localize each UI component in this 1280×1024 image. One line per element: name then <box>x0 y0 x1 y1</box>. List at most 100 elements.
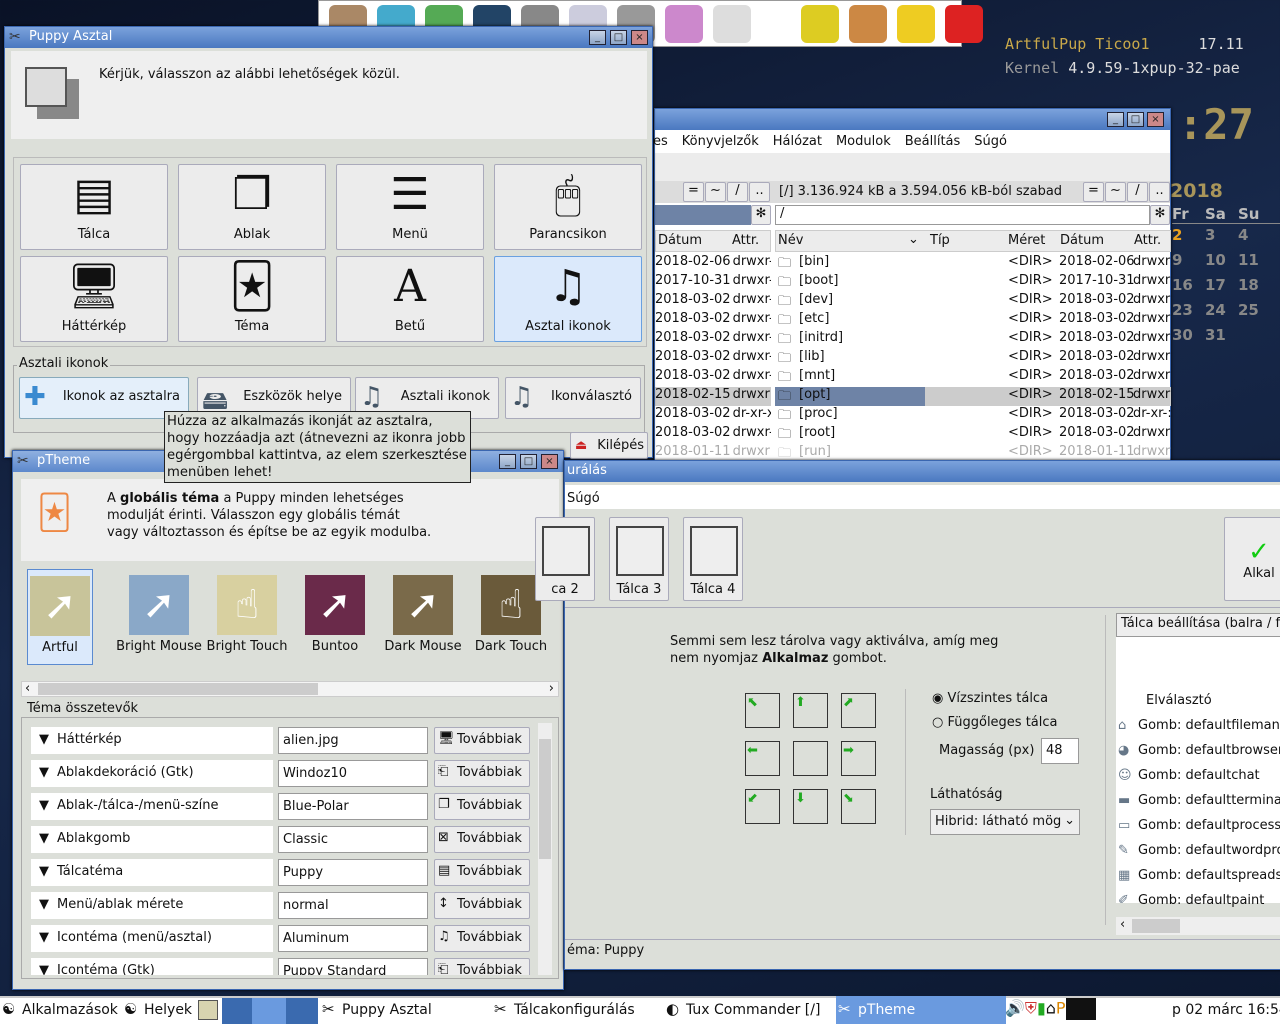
tile-tálca[interactable]: ▤ Tálca <box>20 164 168 250</box>
file-row[interactable]: 2017-10-31 drwxr- <box>655 273 771 292</box>
icon-button[interactable]: ♫ Ikonválasztó <box>505 377 641 419</box>
component-value[interactable]: Windoz10 <box>278 760 428 787</box>
more-button[interactable]: 🖥 Továbbiak <box>434 727 530 754</box>
nav-button[interactable]: ~ <box>1105 182 1126 202</box>
position-button[interactable]: ⬋ <box>745 789 780 824</box>
right-path-input[interactable]: / <box>775 205 1150 225</box>
close-button[interactable]: × <box>631 30 648 45</box>
component-expander[interactable]: ▼ Icontéma (menü/asztal) <box>31 925 273 952</box>
close-button[interactable]: × <box>1147 112 1164 127</box>
nav-button[interactable]: = <box>683 182 704 202</box>
setup-icon[interactable] <box>897 5 935 43</box>
minimize-button[interactable]: _ <box>1107 112 1124 127</box>
tray-list-item[interactable]: ▬ Gomb: defaultterminal <box>1116 793 1280 818</box>
column-header[interactable]: Dátum <box>658 233 702 248</box>
tile-menü[interactable]: ☰ Menü <box>336 164 484 250</box>
component-value[interactable]: Blue-Polar <box>278 793 428 820</box>
file-row[interactable]: 2018-03-02 drwxr- <box>655 311 771 330</box>
battery-icon[interactable]: ▮ <box>1037 999 1046 1018</box>
position-button[interactable]: ⬊ <box>841 789 876 824</box>
file-row[interactable]: 🗀 [boot] <DIR> 2017-10-31 drwxr <box>775 273 1171 292</box>
file-row[interactable]: 2018-02-15 drwxr <box>655 387 771 406</box>
show-desktop-button[interactable] <box>198 1000 218 1020</box>
left-path-input[interactable] <box>655 205 751 225</box>
tray-list-item[interactable]: Elválasztó <box>1116 693 1280 718</box>
position-button[interactable]: ⬈ <box>841 693 876 728</box>
nav-button[interactable]: / <box>727 182 748 202</box>
task-button[interactable]: ◐ Tux Commander [/] <box>664 996 834 1024</box>
position-button[interactable]: ⬉ <box>745 693 780 728</box>
package-icon[interactable] <box>849 5 887 43</box>
menu-item[interactable]: Modulok <box>836 134 891 149</box>
component-expander[interactable]: ▼ Ablakgomb <box>31 826 273 853</box>
tile-ablak[interactable]: ❐ Ablak <box>178 164 326 250</box>
column-header[interactable]: Méret <box>1008 233 1045 248</box>
theme-option[interactable]: ➚ Bright Mouse <box>115 569 203 665</box>
quit-button[interactable]: ⏏ Kilépés <box>570 432 648 459</box>
column-header[interactable]: Attr. <box>732 233 759 248</box>
component-expander[interactable]: ▼ Menü/ablak mérete <box>31 892 273 919</box>
firewall-icon[interactable]: ⛨ <box>1025 999 1037 1018</box>
menu-item[interactable]: Súgó <box>974 134 1007 149</box>
task-button[interactable]: ✂ pTheme <box>836 996 1006 1024</box>
radio-horizontal[interactable]: ◉ Vízszintes tálca <box>932 691 1048 706</box>
maximize-button[interactable]: □ <box>610 30 627 45</box>
component-value[interactable]: Classic <box>278 826 428 853</box>
more-button[interactable]: ⎗ Továbbiak <box>434 958 530 975</box>
file-row[interactable]: 2018-02-06 drwxr- <box>655 254 771 273</box>
tray-list-item[interactable]: ✐ Gomb: defaultpaint <box>1116 893 1280 918</box>
tray-list-item[interactable]: ✎ Gomb: defaultwordpro <box>1116 843 1280 868</box>
component-expander[interactable]: ▼ Tálcatéma <box>31 859 273 886</box>
text-editor-icon[interactable] <box>713 5 751 43</box>
component-expander[interactable]: ▼ Ablakdekoráció (Gtk) <box>31 760 273 787</box>
more-button[interactable]: ⎗ Továbbiak <box>434 760 530 787</box>
components-scrollbar[interactable] <box>538 723 552 975</box>
position-button[interactable]: ➡ <box>841 741 876 776</box>
visibility-select[interactable]: Hibrid: látható mög ⌄ <box>930 809 1080 835</box>
position-button[interactable] <box>793 741 828 776</box>
column-header[interactable]: Név <box>778 233 803 248</box>
file-row[interactable]: 2018-03-02 drwxr- <box>655 349 771 368</box>
clipboard-icon[interactable]: P <box>1056 999 1066 1018</box>
tile-téma[interactable]: 🃏 Téma <box>178 256 326 342</box>
theme-option[interactable]: ➚ Dark Mouse <box>379 569 467 665</box>
more-button[interactable]: ↕ Továbbiak <box>434 892 530 919</box>
component-expander[interactable]: ▼ Icontéma (Gtk) <box>31 958 273 975</box>
tray-tab[interactable]: ca 2 <box>535 517 595 601</box>
minimize-button[interactable]: _ <box>499 454 516 469</box>
left-filter-button[interactable]: ✻ <box>751 205 771 225</box>
tile-betű[interactable]: A Betű <box>336 256 484 342</box>
menu-item[interactable]: Beállítás <box>905 134 961 149</box>
tile-asztal-ikonok[interactable]: ♫ Asztal ikonok <box>494 256 642 342</box>
file-row[interactable]: 🗀 [etc] <DIR> 2018-03-02 drwxr <box>775 311 1171 330</box>
file-row[interactable]: 🗀 [opt] <DIR> 2018-02-15 drwxr <box>775 387 1171 406</box>
component-value[interactable]: alien.jpg <box>278 727 428 754</box>
taskbar-clock[interactable]: p 02 márc 16:54 <box>1172 1002 1280 1018</box>
tray-tab[interactable]: Tálca 4 <box>683 517 743 601</box>
tray-list-item[interactable]: ☺ Gomb: defaultchat <box>1116 768 1280 793</box>
task-button[interactable]: ✂ Puppy Asztal <box>320 996 490 1024</box>
component-value[interactable]: Aluminum <box>278 925 428 952</box>
column-header[interactable]: Dátum <box>1060 233 1104 248</box>
menu-item[interactable]: Könyvjelzők <box>682 134 759 149</box>
nav-button[interactable]: .. <box>749 182 770 202</box>
maximize-button[interactable]: □ <box>1127 112 1144 127</box>
component-value[interactable]: Puppy Standard <box>278 958 428 975</box>
column-header[interactable]: Attr. <box>1134 233 1161 248</box>
theme-option[interactable]: ➚ Buntoo <box>291 569 379 665</box>
more-button[interactable]: ♫ Továbbiak <box>434 925 530 952</box>
network-icon[interactable]: ⌂ <box>1046 999 1056 1018</box>
menu-item[interactable]: es <box>653 134 668 149</box>
position-button[interactable]: ⬅ <box>745 741 780 776</box>
height-input[interactable]: 48 <box>1041 738 1079 764</box>
menu-item[interactable]: Hálózat <box>773 134 822 149</box>
nav-button[interactable]: .. <box>1149 182 1170 202</box>
applications-menu[interactable]: ☯ Alkalmazások <box>0 996 122 1024</box>
minimize-button[interactable]: _ <box>589 30 606 45</box>
file-row[interactable]: 2018-03-02 dr-xr-x <box>655 406 771 425</box>
right-filter-button[interactable]: ✻ <box>1150 205 1170 225</box>
file-row[interactable]: 🗀 [proc] <DIR> 2018-03-02 dr-xr-: <box>775 406 1171 425</box>
more-button[interactable]: ⊠ Továbbiak <box>434 826 530 853</box>
burn-icon[interactable] <box>801 5 839 43</box>
apply-button[interactable]: ✓ Alkal <box>1224 517 1280 601</box>
